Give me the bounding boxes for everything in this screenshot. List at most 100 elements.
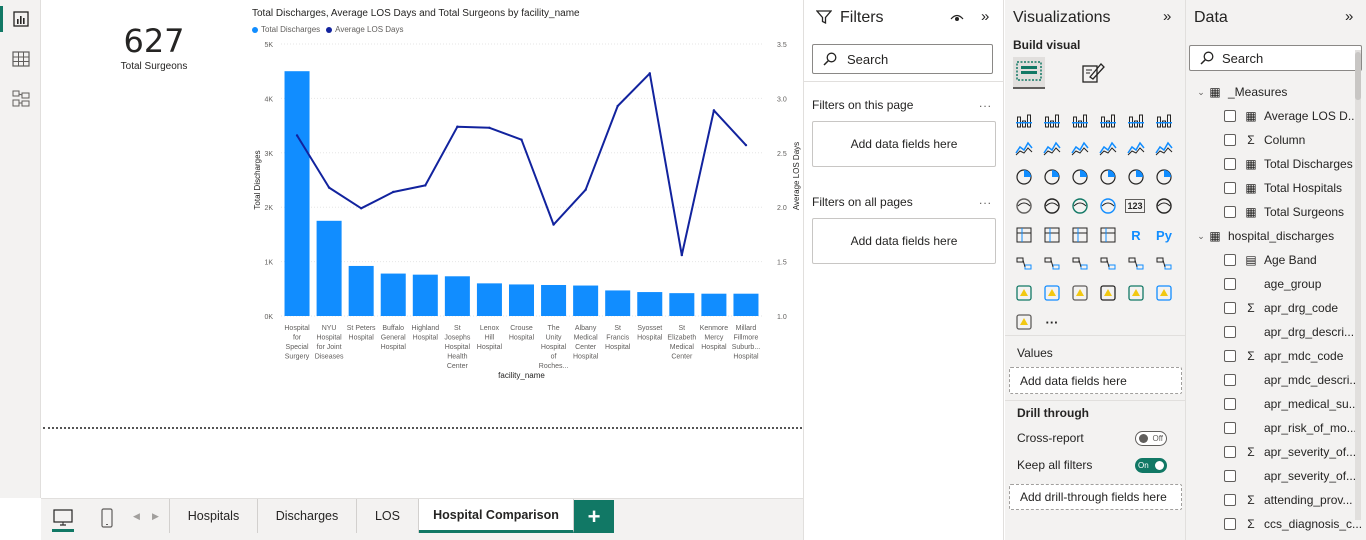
field-item[interactable]: Σ Column (1224, 128, 1366, 152)
los-point-12[interactable] (680, 253, 684, 257)
line-column-icon[interactable] (1097, 137, 1119, 159)
kpi-icon[interactable] (1013, 224, 1035, 246)
power-automate-icon[interactable] (1097, 282, 1119, 304)
field-item[interactable]: apr_medical_su... (1224, 392, 1366, 416)
next-page-arrow-icon[interactable]: ▶ (152, 511, 159, 522)
treemap-icon[interactable] (1153, 166, 1175, 188)
report-view-icon[interactable] (8, 6, 34, 32)
filters-all-pages-drop-zone[interactable]: Add data fields here (812, 218, 996, 264)
stacked-column-icon[interactable] (1041, 108, 1063, 130)
los-point-2[interactable] (359, 207, 363, 210)
legend-item-discharges[interactable]: Total Discharges (252, 25, 320, 34)
bar-1[interactable] (316, 220, 342, 316)
table-node--Measures[interactable]: ⌄ ▦ _Measures (1194, 80, 1366, 104)
field-item[interactable]: ▦ Total Hospitals (1224, 176, 1366, 200)
legend-item-los[interactable]: Average LOS Days (326, 25, 403, 34)
mobile-view-icon[interactable] (94, 505, 120, 531)
field-checkbox[interactable] (1224, 350, 1236, 362)
scrollbar-thumb[interactable] (1355, 52, 1361, 100)
field-checkbox[interactable] (1224, 470, 1236, 482)
area-chart-icon[interactable] (1041, 137, 1063, 159)
tab-hospital-comparison[interactable]: Hospital Comparison (419, 499, 574, 533)
los-point-13[interactable] (712, 109, 716, 112)
field-checkbox[interactable] (1224, 326, 1236, 338)
table-icon[interactable] (1069, 224, 1091, 246)
multi-row-card-icon[interactable] (1153, 195, 1175, 217)
line-clustered-column-icon[interactable] (1125, 137, 1147, 159)
azure-map-icon[interactable] (1069, 195, 1091, 217)
filters-on-page-drop-zone[interactable]: Add data fields here (812, 121, 996, 167)
clustered-column-icon[interactable] (1097, 108, 1119, 130)
los-point-14[interactable] (744, 143, 748, 147)
bar-11[interactable] (637, 292, 663, 316)
field-checkbox[interactable] (1224, 446, 1236, 458)
field-checkbox[interactable] (1224, 278, 1236, 290)
bar-13[interactable] (701, 293, 727, 316)
pie-chart-icon[interactable] (1097, 166, 1119, 188)
field-item[interactable]: age_group (1224, 272, 1366, 296)
prev-page-arrow-icon[interactable]: ◀ (133, 511, 140, 522)
eye-icon[interactable] (950, 11, 964, 29)
field-item[interactable]: Σapr_severity_of... (1224, 440, 1366, 464)
field-checkbox[interactable] (1224, 494, 1236, 506)
tab-hospitals[interactable]: Hospitals (170, 499, 258, 533)
bar-5[interactable] (444, 276, 470, 316)
key-influencers-icon[interactable] (1013, 253, 1035, 275)
filled-map-icon[interactable] (1041, 195, 1063, 217)
los-point-7[interactable] (520, 138, 523, 141)
los-point-5[interactable] (456, 125, 459, 128)
paginated-report-icon[interactable] (1153, 253, 1175, 275)
bar-6[interactable] (476, 283, 502, 316)
los-line[interactable] (296, 72, 747, 257)
scatter-icon[interactable] (1069, 166, 1091, 188)
field-checkbox[interactable] (1224, 110, 1236, 122)
stacked-bar-icon[interactable] (1013, 108, 1035, 130)
los-point-10[interactable] (616, 104, 619, 108)
image-icon[interactable] (1153, 282, 1175, 304)
bar-0[interactable] (284, 71, 310, 316)
funnel-icon[interactable] (1041, 166, 1063, 188)
filters-search-input[interactable]: Search (812, 44, 993, 74)
field-item[interactable]: Σapr_mdc_code (1224, 344, 1366, 368)
los-point-4[interactable] (424, 184, 427, 187)
los-point-11[interactable] (648, 72, 651, 75)
los-point-3[interactable] (392, 190, 395, 194)
field-checkbox[interactable] (1224, 134, 1236, 146)
field-checkbox[interactable] (1224, 182, 1236, 194)
bar-14[interactable] (733, 293, 759, 316)
los-point-1[interactable] (327, 186, 331, 189)
format-visual-tab-icon[interactable] (1077, 57, 1109, 89)
field-item[interactable]: Σattending_prov... (1224, 488, 1366, 512)
combo-chart[interactable]: 0K 1K 2K 3K 4K 5K 1.0 1.5 2.0 2.5 3.0 3.5 Total Disc… (41, 0, 803, 420)
donut-chart-icon[interactable] (1125, 166, 1147, 188)
keep-all-filters-toggle[interactable]: On (1135, 457, 1167, 473)
tab-discharges[interactable]: Discharges (258, 499, 357, 533)
collapse-data-icon[interactable]: » (1345, 8, 1353, 25)
waterfall-icon[interactable] (1013, 166, 1035, 188)
field-checkbox[interactable] (1224, 206, 1236, 218)
field-item[interactable]: ▦ Total Surgeons (1224, 200, 1366, 224)
model-view-icon[interactable] (8, 86, 34, 112)
100-column-icon[interactable] (1153, 108, 1175, 130)
drill-through-drop-zone[interactable]: Add drill-through fields here (1009, 484, 1182, 510)
narrative-icon[interactable] (1097, 253, 1119, 275)
field-item[interactable]: ▤ Age Band (1224, 248, 1366, 272)
bar-10[interactable] (605, 290, 631, 316)
field-checkbox[interactable] (1224, 302, 1236, 314)
goals-icon[interactable] (1125, 253, 1147, 275)
field-checkbox[interactable] (1224, 398, 1236, 410)
field-item[interactable]: apr_risk_of_mo... (1224, 416, 1366, 440)
power-automate-flow-icon[interactable] (1125, 282, 1147, 304)
los-point-9[interactable] (584, 188, 587, 191)
collapse-filters-icon[interactable]: » (981, 8, 989, 25)
power-apps-icon[interactable] (1069, 282, 1091, 304)
new-card-icon[interactable] (1013, 282, 1035, 304)
arcgis-icon[interactable] (1013, 311, 1035, 333)
ribbon-chart-icon[interactable] (1153, 137, 1175, 159)
matrix-icon[interactable] (1097, 224, 1119, 246)
100-bar-icon[interactable] (1125, 108, 1147, 130)
collapse-visualizations-icon[interactable]: » (1163, 8, 1171, 25)
data-search-input[interactable]: Search (1189, 45, 1362, 71)
field-item[interactable]: Σapr_drg_code (1224, 296, 1366, 320)
field-checkbox[interactable] (1224, 254, 1236, 266)
